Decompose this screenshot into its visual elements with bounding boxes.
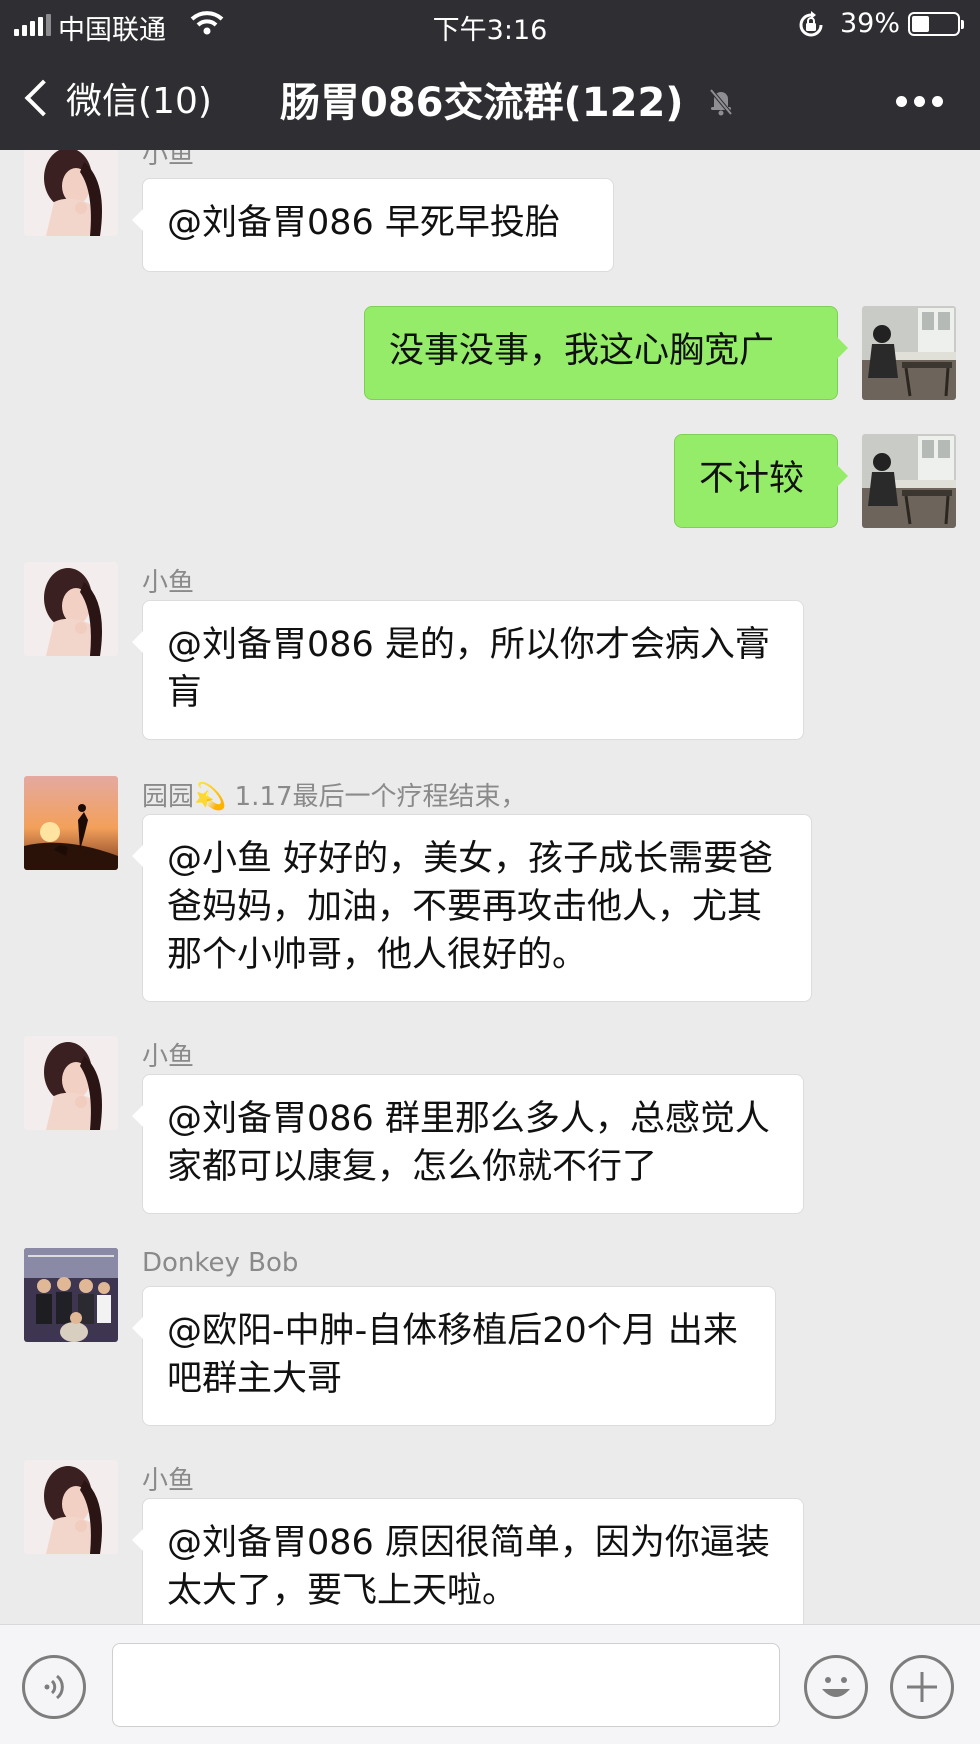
- avatar-xiaoyu[interactable]: [24, 562, 118, 656]
- message-bubble[interactable]: @刘备胃086 是的，所以你才会病入膏肓: [132, 600, 804, 740]
- avatar-xiaoyu[interactable]: [24, 1036, 118, 1130]
- input-bar: [0, 1624, 980, 1744]
- more-button[interactable]: [896, 96, 943, 107]
- voice-button[interactable]: [22, 1655, 86, 1719]
- message-bubble[interactable]: @刘备胃086 早死早投胎: [132, 178, 614, 272]
- avatar-yuanyuan[interactable]: [24, 776, 118, 870]
- rotation-lock-icon: [799, 11, 823, 37]
- message-bubble[interactable]: 没事没事，我这心胸宽广: [364, 306, 848, 400]
- sender-name: 小鱼: [142, 1466, 195, 1496]
- voice-icon: [44, 1674, 64, 1700]
- sender-name: Donkey Bob: [142, 1248, 299, 1278]
- sender-name: 小鱼: [142, 150, 195, 170]
- battery-percent: 39%: [840, 8, 901, 39]
- avatar-me[interactable]: [862, 306, 956, 400]
- message-bubble[interactable]: @小鱼 好好的，美女，孩子成长需要爸爸妈妈，加油，不要再攻击他人，尤其那个小帅哥…: [132, 814, 812, 1002]
- avatar-me[interactable]: [862, 434, 956, 528]
- back-button[interactable]: 微信(10): [18, 72, 212, 124]
- message-bubble[interactable]: @刘备胃086 群里那么多人，总感觉人家都可以康复，怎么你就不行了: [132, 1074, 804, 1214]
- chat-title: 肠胃086交流群(122): [280, 80, 684, 126]
- sender-name: 园园💫 1.17最后一个疗程结束，: [142, 782, 527, 812]
- more-icon: [896, 96, 907, 107]
- message-input[interactable]: [112, 1643, 780, 1727]
- avatar-donkey-bob[interactable]: [24, 1248, 118, 1342]
- message-bubble[interactable]: @刘备胃086 原因很简单，因为你逼装太大了，要飞上天啦。: [132, 1498, 804, 1624]
- nav-bar: 微信(10) 肠胃086交流群(122): [0, 50, 980, 150]
- status-bar: 中国联通 下午3:16 39%: [0, 0, 980, 50]
- plus-button[interactable]: [890, 1655, 954, 1719]
- avatar-xiaoyu[interactable]: [24, 1460, 118, 1554]
- emoji-icon: [822, 1677, 850, 1697]
- avatar-xiaoyu[interactable]: [24, 150, 118, 236]
- back-chevron-icon: [24, 79, 62, 117]
- sender-name: 小鱼: [142, 568, 195, 598]
- emoji-button[interactable]: [804, 1655, 868, 1719]
- battery-icon: [908, 12, 964, 36]
- status-time: 下午3:16: [432, 15, 548, 46]
- message-bubble[interactable]: @欧阳-中肿-自体移植后20个月 出来吧群主大哥: [132, 1286, 776, 1426]
- message-bubble[interactable]: 不计较: [674, 434, 848, 528]
- back-label: 微信(10): [66, 81, 212, 122]
- chat-area[interactable]: 小鱼 @刘备胃086 早死早投胎 没事没事，我这心胸宽广 不计较 小鱼 @刘备胃…: [0, 150, 980, 1624]
- plus-icon: [907, 1672, 937, 1702]
- title-bar: 中国联通 下午3:16 39% 微信(10) 肠胃086交流群(122): [0, 0, 980, 150]
- sender-name: 小鱼: [142, 1042, 195, 1072]
- mute-bell-icon: [709, 88, 733, 116]
